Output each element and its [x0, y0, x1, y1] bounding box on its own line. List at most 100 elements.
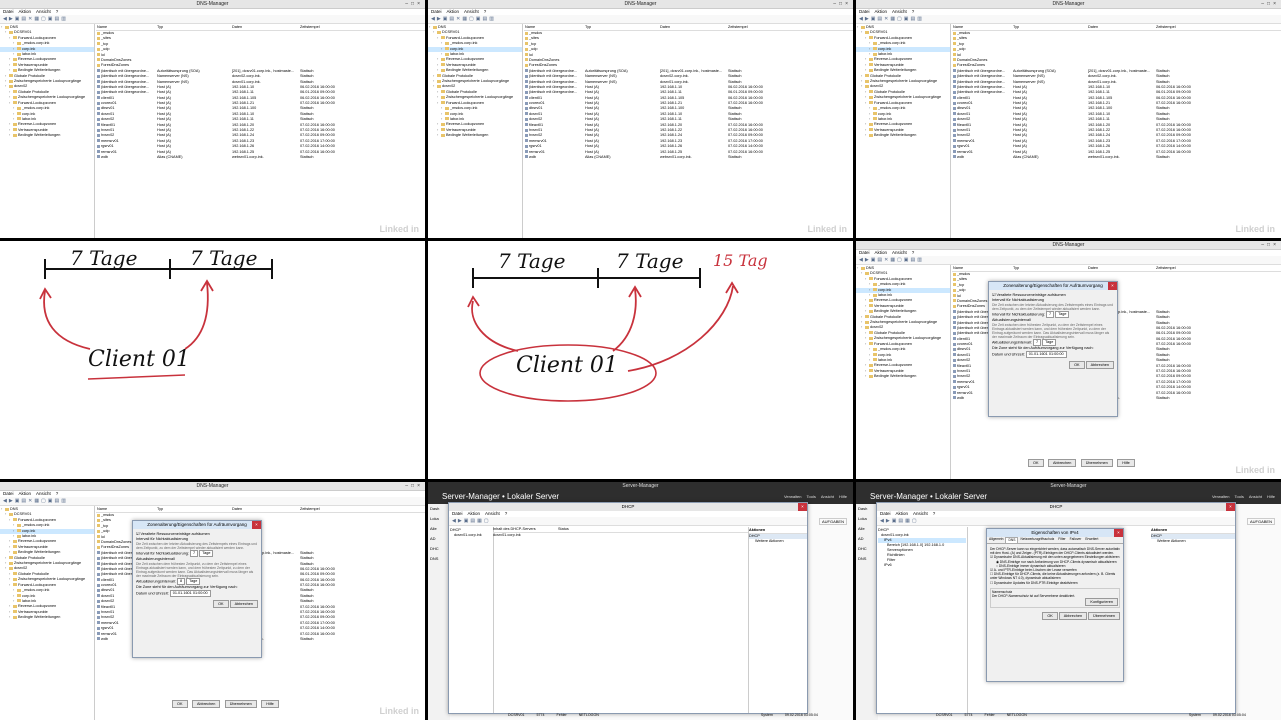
menu-tools[interactable]: Tools	[1235, 494, 1244, 499]
cancel-button[interactable]: Abbrechen	[229, 600, 258, 608]
column-header[interactable]: Zeitstempel	[1156, 265, 1281, 271]
menu-ansicht[interactable]: Ansicht	[913, 511, 928, 516]
tab-failover[interactable]: Failover	[1068, 537, 1084, 543]
column-header[interactable]: Typ	[157, 506, 232, 512]
menu-aktion[interactable]: Aktion	[19, 491, 32, 496]
menu-ansicht[interactable]: Ansicht	[821, 494, 834, 499]
refresh-input[interactable]: 8	[176, 578, 186, 585]
configure-button[interactable]: Konfigurieren	[1085, 598, 1118, 607]
window-controls[interactable]: –□×	[833, 0, 851, 8]
ok-button[interactable]: OK	[213, 600, 229, 608]
menu-aktion[interactable]: Aktion	[447, 9, 460, 14]
menu-ansicht[interactable]: Ansicht	[1249, 494, 1262, 499]
column-header[interactable]: Name	[96, 24, 157, 30]
toolbar[interactable]: ◀▶▣▤✕▦▢▣▤▥	[0, 15, 425, 24]
close-icon[interactable]: ×	[798, 503, 807, 511]
close-icon[interactable]: ×	[252, 521, 261, 529]
no-refresh-input[interactable]: 7	[190, 550, 199, 557]
close-icon[interactable]: ×	[1226, 503, 1235, 511]
column-header[interactable]: Typ	[1013, 265, 1088, 271]
tree-node[interactable]: › Bedingte Weiterleitungen	[0, 615, 94, 620]
window-controls[interactable]: –□×	[1261, 241, 1279, 249]
menu-aktion[interactable]: Aktion	[896, 511, 909, 516]
menu-datei[interactable]: Datei	[3, 9, 14, 14]
tab-dns[interactable]: DNS	[1005, 537, 1019, 543]
tree-ipv6[interactable]: IPv6	[878, 563, 966, 568]
column-header[interactable]: Daten	[232, 506, 300, 512]
ok-button[interactable]: OK	[1069, 361, 1085, 369]
menu-help[interactable]: ?	[912, 9, 915, 14]
menu-ansicht[interactable]: Ansicht	[892, 9, 907, 14]
window-controls[interactable]: –□×	[405, 482, 423, 490]
column-header[interactable]: Zeitstempel	[728, 24, 853, 30]
toolbar[interactable]: ◀▶▣▤✕▦▢▣▤▥	[0, 497, 425, 506]
refresh-unit-select[interactable]: Tage	[1042, 339, 1057, 346]
tasks-button[interactable]: AUFGABEN	[1246, 518, 1275, 525]
update-legacy-checkbox[interactable]: ☐ DNS-Einträge für DHCP-Clients, die kei…	[990, 572, 1120, 580]
tab-advanced[interactable]: Erweitert	[1083, 537, 1100, 543]
tab-filter[interactable]: Filter	[1056, 537, 1067, 543]
column-header[interactable]: Zeitstempel	[300, 24, 425, 30]
column-header[interactable]: Name	[96, 506, 157, 512]
menu-datei[interactable]: Datei	[880, 511, 891, 516]
menu-ansicht[interactable]: Ansicht	[892, 250, 907, 255]
no-refresh-unit-select[interactable]: Tage	[1055, 311, 1070, 318]
outer-help-button[interactable]: Hilfe	[1117, 459, 1135, 467]
toolbar[interactable]: ◀▶▣▤✕▦▢▣▤▥	[428, 15, 853, 24]
menu-help[interactable]: ?	[484, 9, 487, 14]
tree-node[interactable]: › Bedingte Weiterleitungen	[856, 133, 950, 138]
column-header[interactable]: Zeitstempel	[300, 506, 425, 512]
menu-help[interactable]: ?	[505, 511, 508, 516]
tree-node[interactable]: › Bedingte Weiterleitungen	[0, 133, 94, 138]
tree-node[interactable]: › Bedingte Weiterleitungen	[428, 133, 522, 138]
tab-nap[interactable]: Netzwerkzugriffsschutz	[1018, 537, 1056, 543]
menu-ansicht[interactable]: Ansicht	[464, 9, 479, 14]
column-header[interactable]: Zeitstempel	[1156, 24, 1281, 30]
refresh-unit-select[interactable]: Tage	[186, 578, 201, 585]
list-item[interactable]: dcsrv01.corp.ink	[493, 533, 748, 538]
column-header[interactable]: Name	[952, 265, 1013, 271]
ok-button[interactable]: OK	[1042, 612, 1058, 621]
menu-datei[interactable]: Datei	[431, 9, 442, 14]
column-header[interactable]: Typ	[585, 24, 660, 30]
tab-general[interactable]: Allgemein	[987, 537, 1005, 543]
dhcp-toolbar[interactable]: ◀▶▣▤▦▢	[877, 517, 1235, 526]
column-header[interactable]: Daten	[1088, 265, 1156, 271]
menu-help[interactable]: ?	[933, 511, 936, 516]
column-header[interactable]: Typ	[1013, 24, 1088, 30]
menu-datei[interactable]: Datei	[452, 511, 463, 516]
cancel-button[interactable]: Abbrechen	[1058, 612, 1088, 621]
apply-button[interactable]: Übernehmen	[1088, 612, 1120, 621]
menu-datei[interactable]: Datei	[3, 491, 14, 496]
column-header[interactable]: Name	[524, 24, 585, 30]
menu-aktion[interactable]: Aktion	[19, 9, 32, 14]
table-row[interactable]: wdb Alias (CNAME) websrv01.corp.ink. Statis…	[96, 155, 425, 160]
menu-help[interactable]: ?	[56, 491, 59, 496]
column-header[interactable]: Typ	[157, 24, 232, 30]
table-row[interactable]: wdb Alias (CNAME) websrv01.corp.ink. Statis…	[952, 155, 1281, 160]
menu-aktion[interactable]: Aktion	[875, 250, 888, 255]
window-controls[interactable]: –□×	[1261, 0, 1279, 8]
outer-cancel-button[interactable]: Abbrechen	[1047, 459, 1077, 467]
menu-hilfe[interactable]: Hilfe	[839, 494, 847, 499]
toolbar[interactable]: ◀▶▣▤✕▦▢▣▤▥	[856, 15, 1281, 24]
table-row[interactable]: wdb Alias (CNAME) websrv01.corp.ink. Statis…	[524, 155, 853, 160]
menu-verwalten[interactable]: Verwalten	[1212, 494, 1230, 499]
outer-ok-button[interactable]: OK	[1028, 459, 1044, 467]
menu-help[interactable]: ?	[912, 250, 915, 255]
menu-ansicht[interactable]: Ansicht	[36, 9, 51, 14]
menu-datei[interactable]: Datei	[859, 9, 870, 14]
menu-help[interactable]: ?	[56, 9, 59, 14]
menu-hilfe[interactable]: Hilfe	[1267, 494, 1275, 499]
menu-datei[interactable]: Datei	[859, 250, 870, 255]
more-actions-link[interactable]: Weitere Aktionen	[749, 539, 807, 544]
refresh-input[interactable]: 7	[1032, 339, 1042, 346]
cancel-button[interactable]: Abbrechen	[1085, 361, 1114, 369]
more-actions-link[interactable]: Weitere Aktionen	[1151, 539, 1235, 544]
window-controls[interactable]: –□×	[405, 0, 423, 8]
menu-ansicht[interactable]: Ansicht	[485, 511, 500, 516]
menu-verwalten[interactable]: Verwalten	[784, 494, 802, 499]
column-status[interactable]: Status	[558, 527, 569, 532]
no-refresh-input[interactable]: 7	[1046, 311, 1055, 318]
tree-server[interactable]: dcsrv01.corp.ink	[450, 533, 492, 538]
